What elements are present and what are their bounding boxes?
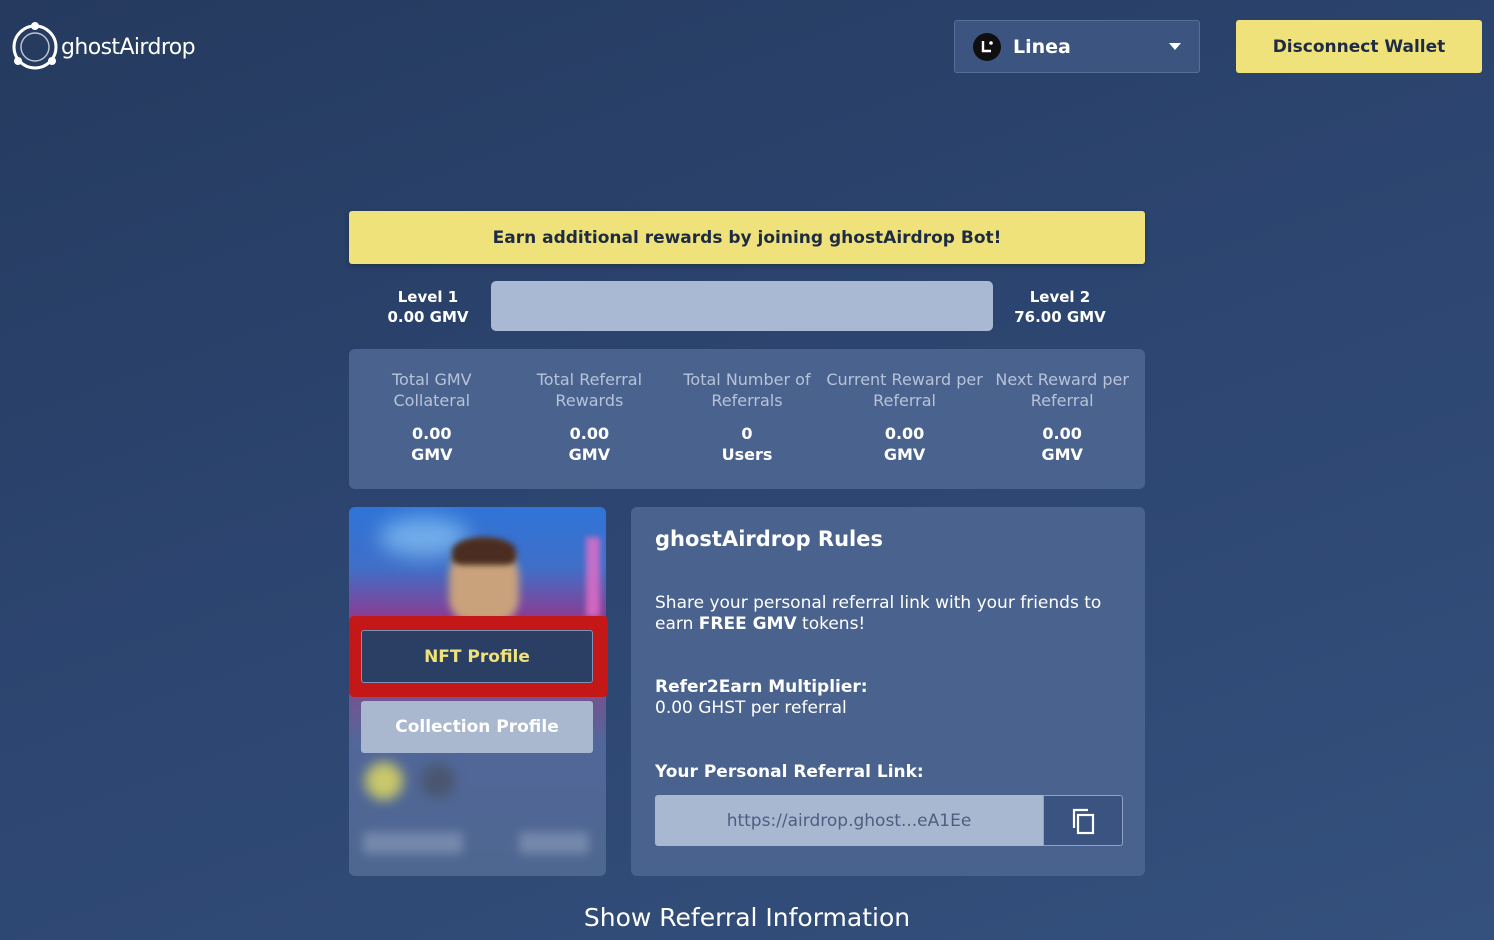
current-level-value: 0.00 GMV bbox=[387, 308, 469, 326]
stat-total-referrals: Total Number of Referrals 0 Users bbox=[668, 369, 826, 489]
stat-value: 0.00 GMV bbox=[411, 424, 453, 464]
stat-value: 0.00 GMV bbox=[883, 424, 926, 464]
logo-text: ghostAirdrop bbox=[61, 34, 196, 60]
rules-title: ghostAirdrop Rules bbox=[655, 527, 883, 551]
multiplier-value: 0.00 GHST per referral bbox=[655, 698, 847, 718]
show-referral-information-link[interactable]: Show Referral Information bbox=[500, 903, 994, 932]
network-selector[interactable]: Linea bbox=[954, 20, 1200, 73]
blurred-row bbox=[519, 832, 589, 854]
stat-value: 0.00 GMV bbox=[1041, 424, 1083, 464]
stat-next-reward-per-referral: Next Reward per Referral 0.00 GMV bbox=[983, 369, 1141, 489]
next-level-name: Level 2 bbox=[1029, 288, 1091, 306]
stat-current-reward-per-referral: Current Reward per Referral 0.00 GMV bbox=[826, 369, 984, 489]
stat-value: 0.00 GMV bbox=[568, 424, 611, 464]
stat-label: Current Reward per Referral bbox=[826, 370, 983, 410]
referral-link-field[interactable] bbox=[655, 795, 1043, 846]
rules-description: Share your personal referral link with y… bbox=[655, 593, 1102, 634]
stat-label: Total Number of Referrals bbox=[683, 370, 811, 410]
level-progress-bar bbox=[491, 281, 993, 331]
stat-total-gmv-collateral: Total GMV Collateral 0.00 GMV bbox=[353, 369, 511, 489]
blurred-row bbox=[363, 832, 463, 854]
current-level: Level 1 0.00 GMV bbox=[370, 287, 486, 327]
referral-link-label: Your Personal Referral Link: bbox=[655, 762, 924, 782]
blurred-badge-icon bbox=[421, 764, 455, 798]
stat-label: Next Reward per Referral bbox=[995, 370, 1129, 410]
rules-card: ghostAirdrop Rules Share your personal r… bbox=[631, 507, 1145, 876]
network-label: Linea bbox=[1013, 35, 1071, 58]
stat-label: Total GMV Collateral bbox=[391, 370, 472, 410]
linea-icon bbox=[973, 32, 1001, 61]
current-level-name: Level 1 bbox=[397, 288, 459, 306]
stats-panel: Total GMV Collateral 0.00 GMV Total Refer… bbox=[349, 349, 1145, 489]
blurred-badge-icon bbox=[365, 762, 403, 800]
logo[interactable]: ghostAirdrop bbox=[10, 20, 196, 74]
multiplier-label: Refer2Earn Multiplier: bbox=[655, 677, 868, 697]
next-level-value: 76.00 GMV bbox=[1014, 308, 1106, 326]
copy-button[interactable] bbox=[1043, 795, 1123, 846]
chevron-down-icon bbox=[1169, 43, 1181, 50]
collection-profile-button[interactable]: Collection Profile bbox=[361, 701, 593, 753]
stat-value: 0 Users bbox=[721, 424, 773, 464]
ghost-airdrop-logo-icon bbox=[12, 22, 58, 70]
referral-link-box bbox=[655, 795, 1123, 846]
copy-icon bbox=[1072, 808, 1095, 834]
nft-profile-button[interactable]: NFT Profile bbox=[361, 630, 593, 683]
nft-image bbox=[349, 507, 606, 622]
next-level: Level 2 76.00 GMV bbox=[1000, 287, 1120, 327]
bot-banner[interactable]: Earn additional rewards by joining ghost… bbox=[349, 211, 1145, 264]
stat-total-referral-rewards: Total Referral Rewards 0.00 GMV bbox=[511, 369, 669, 489]
disconnect-wallet-button[interactable]: Disconnect Wallet bbox=[1236, 20, 1482, 73]
stat-label: Total Referral Rewards bbox=[536, 370, 643, 410]
